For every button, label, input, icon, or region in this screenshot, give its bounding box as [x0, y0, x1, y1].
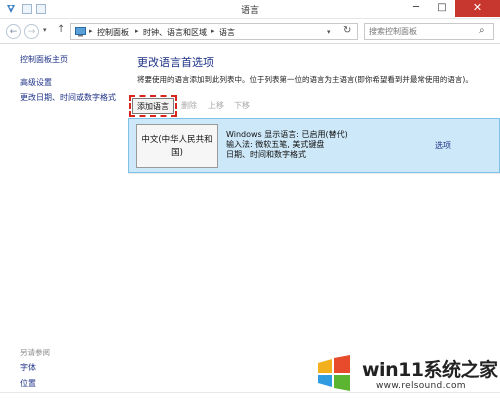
forward-button[interactable]: →: [24, 24, 39, 39]
close-button[interactable]: ✕: [455, 0, 500, 17]
add-language-button[interactable]: 添加语言: [132, 98, 174, 114]
sidebar-item-advanced-settings[interactable]: 高级设置: [20, 77, 52, 88]
language-toolbar: 添加语言 删除 上移 下移: [128, 94, 500, 118]
up-button[interactable]: ↑: [57, 24, 65, 35]
address-dropdown-icon[interactable]: ▾: [327, 28, 331, 36]
language-list-item[interactable]: 中文(中华人民共和国) Windows 显示语言: 已启用(替代) 输入法: 微…: [128, 118, 500, 173]
sidebar-item-control-panel-home[interactable]: 控制面板主页: [20, 54, 68, 65]
breadcrumb-separator: ▸: [211, 27, 215, 35]
see-also-heading: 另请参阅: [20, 348, 50, 357]
sidebar-item-location[interactable]: 位置: [20, 378, 36, 389]
move-up-button[interactable]: 上移: [208, 100, 224, 111]
maximize-button[interactable]: □: [429, 0, 455, 17]
sidebar-item-fonts[interactable]: 字体: [20, 362, 36, 373]
divider: [128, 173, 500, 174]
date-time-format-info: 日期、时间和数字格式: [226, 150, 306, 159]
remove-button[interactable]: 删除: [181, 100, 197, 111]
watermark-url: www.relsound.com: [376, 381, 466, 391]
search-box[interactable]: ⌕: [364, 23, 494, 40]
divider: [0, 392, 500, 393]
title-bar: 语言 ─ □ ✕: [0, 0, 500, 19]
minimize-button[interactable]: ─: [403, 0, 429, 17]
breadcrumb-language[interactable]: 语言: [219, 27, 235, 38]
breadcrumb-clock-language-region[interactable]: 时钟、语言和区域: [143, 27, 207, 38]
breadcrumb-control-panel[interactable]: 控制面板: [97, 27, 129, 38]
breadcrumb-separator: ▸: [89, 27, 93, 35]
watermark-logo-icon: [318, 355, 350, 391]
language-tile[interactable]: 中文(中华人民共和国): [136, 124, 218, 168]
address-bar: ← → ▾ ↑ ▸ 控制面板 ▸ 时钟、语言和区域 ▸ 语言 ▾ ↻ ⌕: [0, 20, 500, 44]
options-link[interactable]: 选项: [435, 140, 451, 151]
address-box[interactable]: ▸ 控制面板 ▸ 时钟、语言和区域 ▸ 语言 ▾ ↻: [70, 23, 358, 40]
page-description: 将要使用的语言添加到此列表中。位于列表第一位的语言为主语言(即你希望看到并最常使…: [137, 75, 473, 84]
refresh-button[interactable]: ↻: [343, 25, 351, 36]
back-button[interactable]: ←: [6, 24, 21, 39]
search-icon[interactable]: ⌕: [479, 25, 485, 36]
history-dropdown-icon[interactable]: ▾: [43, 26, 47, 34]
move-down-button[interactable]: 下移: [234, 100, 250, 111]
watermark-text: win11系统之家: [362, 359, 498, 381]
search-input[interactable]: [369, 27, 474, 36]
sidebar-item-date-time-format[interactable]: 更改日期、时间或数字格式: [20, 92, 116, 103]
page-title: 更改语言首选项: [137, 56, 214, 69]
breadcrumb-separator: ▸: [135, 27, 139, 35]
control-panel-icon: [75, 27, 86, 37]
